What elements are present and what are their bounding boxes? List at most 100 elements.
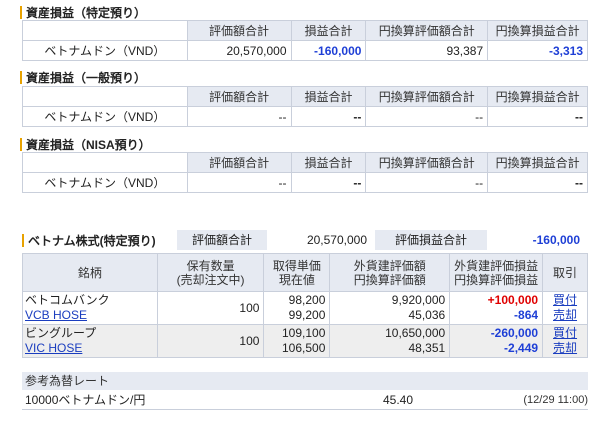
header-pnl-line2: 円換算評価損益 — [454, 272, 539, 287]
current-price: 106,500 — [281, 341, 326, 355]
total-valuation-label: 評価額合計 — [177, 230, 267, 250]
jpy-valuation: 45,036 — [408, 308, 446, 322]
valuation-cell: 9,920,000 45,036 — [329, 291, 451, 325]
header-pnl: 外貨建評価損益 円換算評価損益 — [449, 253, 544, 292]
header-stock: 銘柄 — [22, 253, 158, 292]
header-valuation: 外貨建評価額 円換算評価額 — [329, 253, 451, 292]
specific-account-title: 資産損益（特定預り） — [20, 4, 146, 20]
currency-label: ベトナムドン（VND） — [22, 40, 188, 61]
header-valuation: 評価額合計 — [186, 20, 292, 41]
header-jpy-pnl: 円換算損益合計 — [487, 152, 588, 173]
sell-link[interactable]: 売却 — [543, 341, 587, 356]
stock-name: ベトコムバンク — [25, 293, 110, 307]
price-cell: 109,100 106,500 — [263, 324, 331, 358]
nisa-account-title: 資産損益（NISA預り） — [20, 136, 151, 152]
header-pnl: 損益合計 — [290, 152, 367, 173]
blank-header-cell — [22, 86, 188, 107]
stock-name-cell: ベトコムバンク VCB HOSE — [22, 291, 158, 325]
valuation-value: -- — [186, 106, 292, 127]
header-price-line2: 現在値 — [278, 272, 315, 287]
header-quantity: 保有数量 (売却注文中) — [156, 253, 265, 292]
header-valuation: 評価額合計 — [186, 86, 292, 107]
general-account-table: 評価額合計 損益合計 円換算評価額合計 円換算損益合計 ベトナムドン（VND） … — [22, 86, 588, 127]
header-jpy-valuation: 円換算評価額合計 — [365, 86, 489, 107]
total-pnl-label: 評価損益合計 — [375, 230, 487, 250]
header-jpy-pnl: 円換算損益合計 — [487, 86, 588, 107]
jpy-valuation-value: 93,387 — [365, 40, 489, 61]
stock-code-link[interactable]: VCB HOSE — [25, 308, 153, 323]
buy-link[interactable]: 買付 — [543, 326, 587, 341]
jpy-pnl: -864 — [514, 308, 539, 322]
nisa-account-title-text: 資産損益（NISA預り） — [26, 137, 151, 152]
quantity-cell: 100 — [156, 291, 265, 325]
exchange-rate: 45.40 — [382, 393, 413, 407]
header-quantity-line1: 保有数量 — [186, 258, 235, 273]
header-jpy-pnl: 円換算損益合計 — [487, 20, 588, 41]
header-valuation-line1: 外貨建評価額 — [353, 258, 426, 273]
general-account-title-text: 資産損益（一般預り） — [26, 70, 147, 85]
buy-link[interactable]: 買付 — [543, 293, 587, 308]
header-price-line1: 取得単価 — [272, 258, 321, 273]
sell-link[interactable]: 売却 — [543, 308, 587, 323]
accent-bar-icon — [20, 137, 22, 151]
fx-valuation: 9,920,000 — [391, 293, 446, 307]
vietnam-stocks-title-text: ベトナム株式(特定預り) — [28, 233, 156, 248]
stock-name-cell: ビングループ VIC HOSE — [22, 324, 158, 358]
header-jpy-valuation: 円換算評価額合計 — [365, 20, 489, 41]
cost-price: 98,200 — [288, 293, 326, 307]
cost-price: 109,100 — [281, 326, 326, 340]
total-pnl-value: -160,000 — [532, 233, 580, 247]
header-quantity-line2: (売却注文中) — [176, 272, 245, 287]
accent-bar-icon — [22, 233, 24, 247]
header-price: 取得単価 現在値 — [263, 253, 331, 292]
blank-header-cell — [22, 20, 188, 41]
pnl-value: -- — [290, 172, 367, 193]
trade-cell: 買付 売却 — [542, 324, 588, 358]
stock-name: ビングループ — [25, 326, 97, 340]
header-pnl: 損益合計 — [290, 20, 367, 41]
vietnam-stocks-summary: ベトナム株式(特定預り) 評価額合計 20,570,000 評価損益合計 -16… — [22, 230, 588, 250]
header-pnl: 損益合計 — [290, 86, 367, 107]
fx-valuation: 10,650,000 — [385, 326, 446, 340]
header-pnl-line1: 外貨建評価損益 — [454, 258, 539, 273]
stock-code-link[interactable]: VIC HOSE — [25, 341, 153, 356]
trade-cell: 買付 売却 — [542, 291, 588, 325]
currency-label: ベトナムドン（VND） — [22, 172, 188, 193]
valuation-value: 20,570,000 — [186, 40, 292, 61]
header-jpy-valuation: 円換算評価額合計 — [365, 152, 489, 173]
currency-pair: 10000ベトナムドン/円 — [25, 393, 146, 407]
header-valuation-line2: 円換算評価額 — [353, 272, 426, 287]
holdings-table: 銘柄 保有数量 (売却注文中) 取得単価 現在値 外貨建評価額 円換算評価額 外… — [22, 253, 588, 358]
vietnam-stocks-title: ベトナム株式(特定預り) — [22, 232, 177, 249]
general-account-title: 資産損益（一般預り） — [20, 69, 146, 85]
fx-pnl: +100,000 — [487, 293, 539, 307]
jpy-pnl-value: -3,313 — [487, 40, 588, 61]
jpy-valuation-value: -- — [365, 172, 489, 193]
blank-header-cell — [22, 152, 188, 173]
currency-label: ベトナムドン（VND） — [22, 106, 188, 127]
pnl-cell: +100,000 -864 — [449, 291, 544, 325]
pnl-cell: -260,000 -2,449 — [449, 324, 544, 358]
reference-rate-title: 参考為替レート — [22, 372, 588, 390]
header-valuation: 評価額合計 — [186, 152, 292, 173]
current-price: 99,200 — [288, 308, 326, 322]
reference-rate-row: 10000ベトナムドン/円 45.40 (12/29 11:00) — [22, 390, 588, 410]
valuation-cell: 10,650,000 48,351 — [329, 324, 451, 358]
header-trade: 取引 — [542, 253, 588, 292]
pnl-value: -160,000 — [290, 40, 367, 61]
pnl-value: -- — [290, 106, 367, 127]
price-cell: 98,200 99,200 — [263, 291, 331, 325]
nisa-account-table: 評価額合計 損益合計 円換算評価額合計 円換算損益合計 ベトナムドン（VND） … — [22, 152, 588, 193]
jpy-pnl: -2,449 — [504, 341, 539, 355]
valuation-value: -- — [186, 172, 292, 193]
quantity-cell: 100 — [156, 324, 265, 358]
table-row: ベトコムバンク VCB HOSE 100 98,200 99,200 9,920… — [22, 291, 588, 325]
accent-bar-icon — [20, 70, 22, 84]
jpy-valuation: 48,351 — [408, 341, 446, 355]
specific-account-table: 評価額合計 損益合計 円換算評価額合計 円換算損益合計 ベトナムドン（VND） … — [22, 20, 588, 61]
fx-pnl: -260,000 — [490, 326, 539, 340]
jpy-valuation-value: -- — [365, 106, 489, 127]
jpy-pnl-value: -- — [487, 172, 588, 193]
total-valuation-value: 20,570,000 — [306, 233, 367, 247]
jpy-pnl-value: -- — [487, 106, 588, 127]
